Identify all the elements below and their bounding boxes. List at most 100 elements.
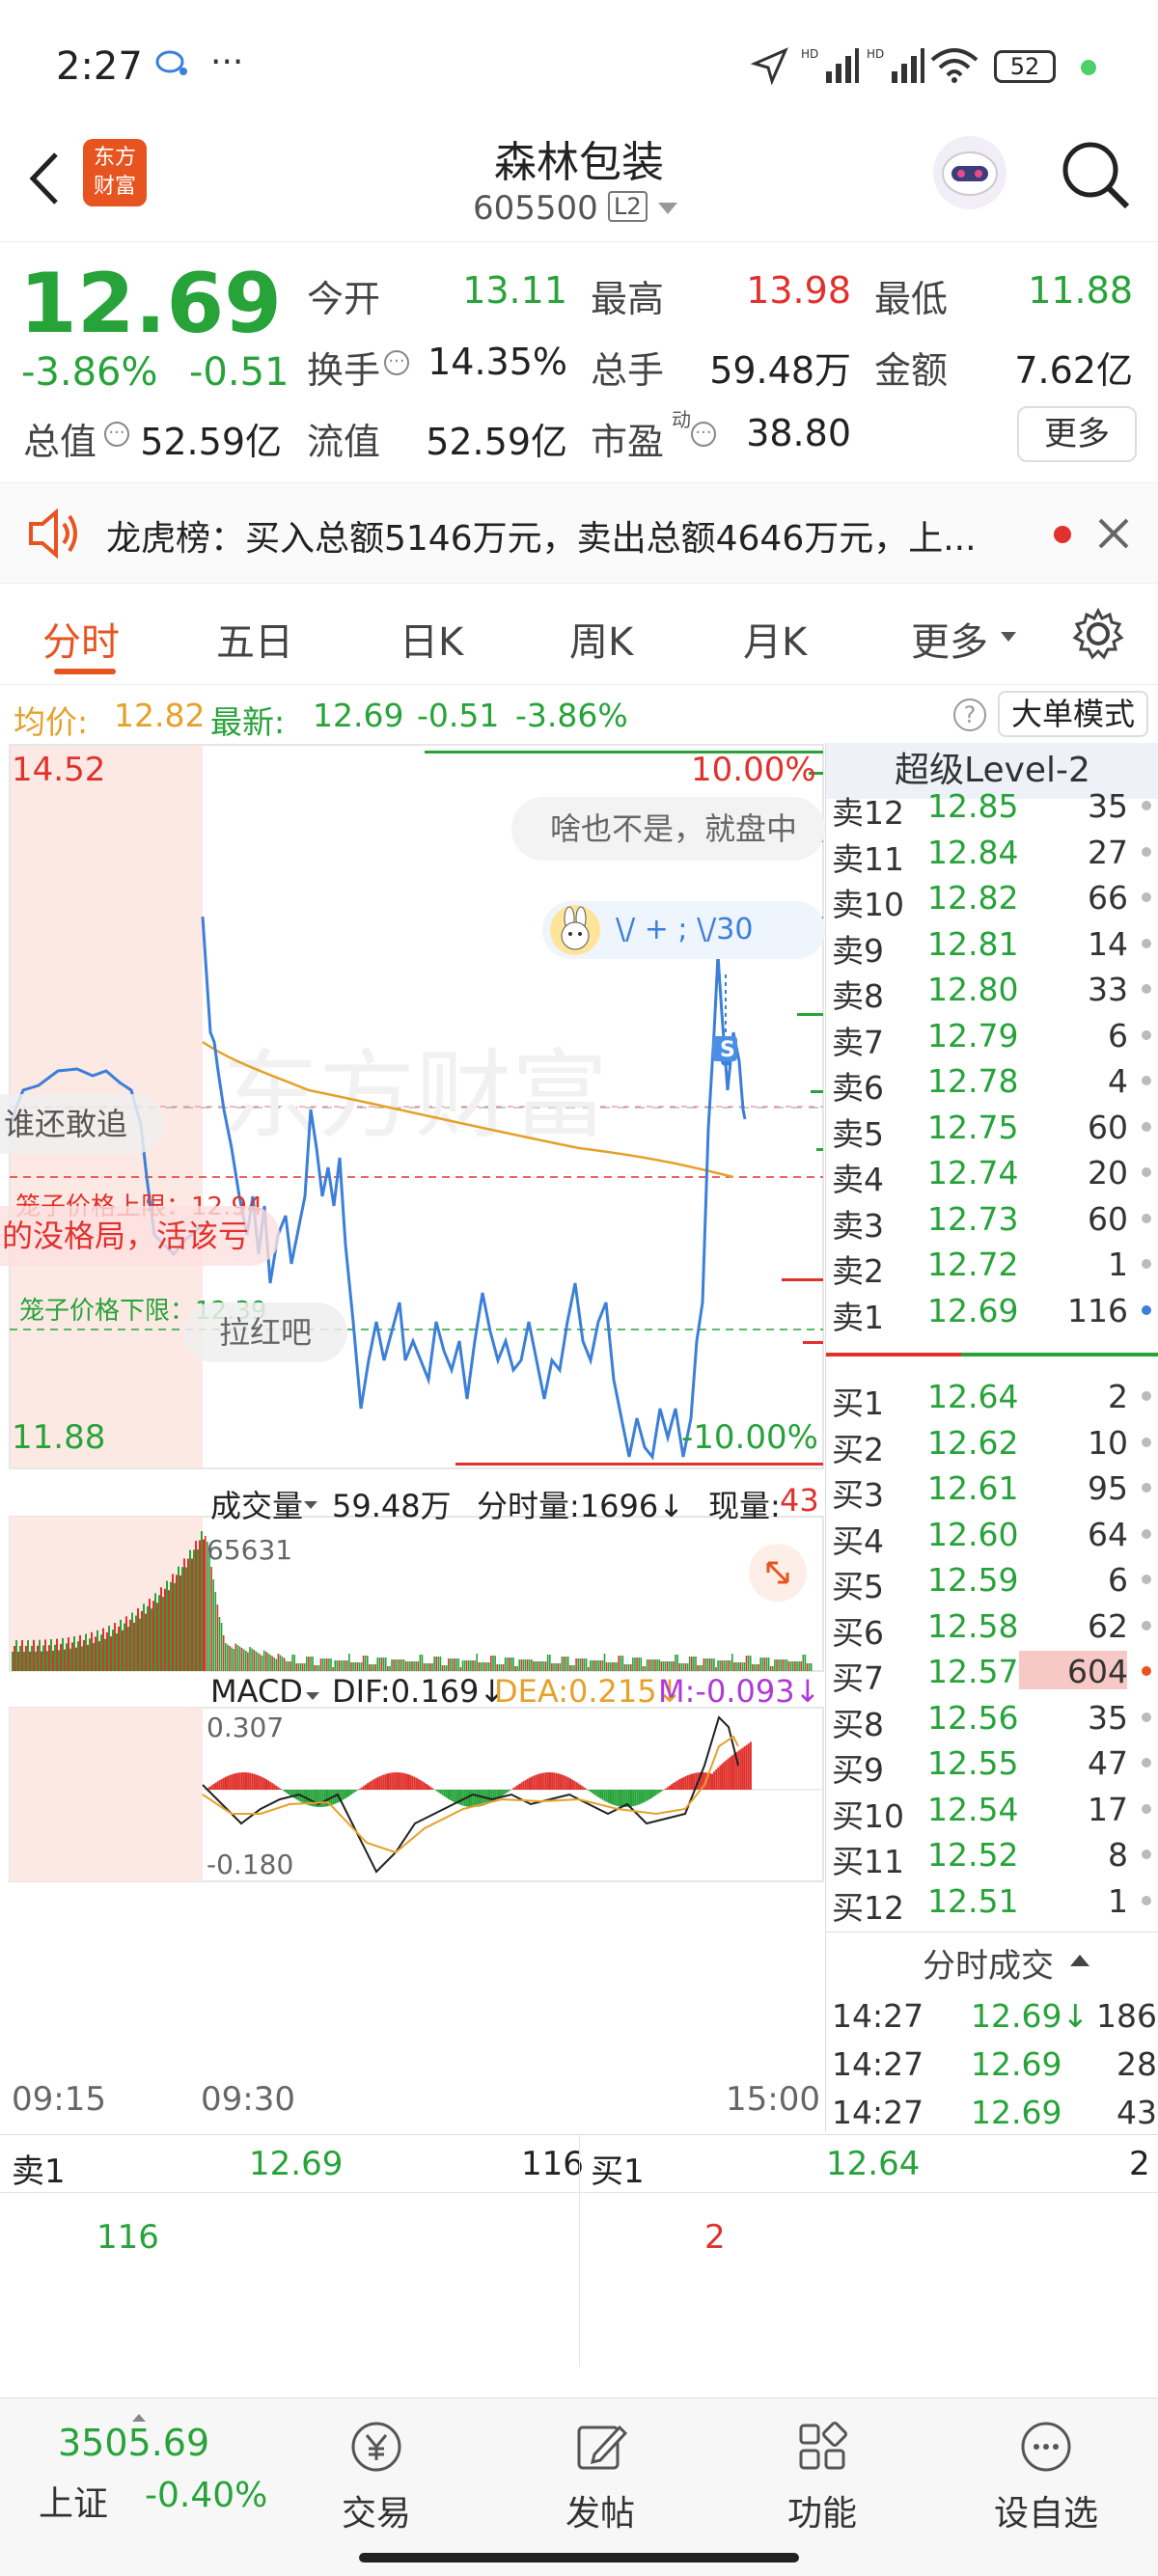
big-order-mode-button[interactable]: 大单模式 (998, 691, 1148, 737)
more-button[interactable]: 更多 (1017, 406, 1137, 462)
buy-row[interactable]: 买11 12.52 8 (826, 1830, 1158, 1880)
macd-bar (210, 1785, 213, 1790)
sell-row[interactable]: 卖2 12.72 1 (826, 1240, 1158, 1290)
macd-dropdown-icon[interactable] (305, 1686, 320, 1705)
danmaku-overlay-1[interactable]: 谁还敢追 (0, 1094, 164, 1154)
buy-row[interactable]: 买6 12.58 62 (826, 1602, 1158, 1652)
app-logo[interactable]: 东方 财富 (83, 139, 147, 206)
nav-trade[interactable]: 交易 (309, 2418, 444, 2535)
volume-bar (650, 1659, 652, 1671)
volume-bar (118, 1627, 120, 1671)
macd-bar (437, 1790, 440, 1793)
index-value[interactable]: 3505.69 (58, 2422, 209, 2464)
close-icon[interactable] (1094, 514, 1133, 557)
buy-row[interactable]: 买12 12.51 1 (826, 1877, 1158, 1927)
intraday-chart[interactable]: 东方财富 14.52 11.88 10.00% -10.00% S 啥也不是，就… (0, 743, 825, 2132)
buy-row[interactable]: 买4 12.60 64 (826, 1510, 1158, 1560)
danmaku-bubble-1[interactable]: 啥也不是，就盘中 (511, 797, 825, 861)
sell-row[interactable]: 卖11 12.84 27 (826, 828, 1158, 878)
macd-bar (733, 1753, 736, 1790)
buy-row[interactable]: 买5 12.59 6 (826, 1555, 1158, 1605)
info-icon[interactable]: ··· (384, 350, 409, 375)
volume-bar (269, 1655, 271, 1671)
danmaku-overlay-2[interactable]: 的没格局，活该亏 (0, 1206, 280, 1266)
macd-bottom-label: -0.180 (207, 1849, 294, 1880)
buy-row[interactable]: 买7 12.57 604 (826, 1647, 1158, 1697)
buy-row[interactable]: 买9 12.55 47 (826, 1739, 1158, 1789)
sell-row[interactable]: 卖9 12.81 14 (826, 919, 1158, 970)
volume-bar (597, 1660, 599, 1671)
search-icon[interactable] (1056, 135, 1133, 216)
volume-label[interactable]: 成交量 (210, 1482, 303, 1526)
notice-bar[interactable]: 龙虎榜：买入总额5146万元，卖出总额4646万元，上... (0, 482, 1158, 584)
sell-row[interactable]: 卖7 12.79 6 (826, 1011, 1158, 1061)
caret-up-icon[interactable] (1069, 1953, 1090, 1971)
buy-row[interactable]: 买1 12.64 2 (826, 1372, 1158, 1422)
macd-bar (630, 1790, 632, 1807)
volume-bar (678, 1663, 680, 1671)
danmaku-overlay-3[interactable]: 拉红吧 (183, 1302, 347, 1362)
volume-max-label: 65631 (207, 1534, 293, 1566)
macd-bar (454, 1790, 456, 1803)
sell-row[interactable]: 卖8 12.80 33 (826, 965, 1158, 1015)
pe-info-icon[interactable]: ··· (691, 422, 716, 447)
volume-bar (565, 1657, 567, 1671)
buy-row[interactable]: 买10 12.54 17 (826, 1785, 1158, 1835)
sell-row[interactable]: 卖6 12.78 4 (826, 1056, 1158, 1107)
row-dot-icon (1142, 1076, 1151, 1085)
macd-bar (612, 1790, 615, 1805)
tab-five-day[interactable]: 五日 (216, 611, 293, 667)
macd-bar (749, 1741, 752, 1790)
sell-row[interactable]: 卖4 12.74 20 (826, 1148, 1158, 1198)
trades-title[interactable]: 分时成交 (923, 1939, 1054, 1987)
nav-watchlist[interactable]: 设自选 (979, 2418, 1114, 2535)
volume-bar (510, 1658, 512, 1671)
sell-row[interactable]: 卖3 12.73 60 (826, 1194, 1158, 1245)
macd-bar (682, 1776, 685, 1790)
buy-row[interactable]: 买2 12.62 10 (826, 1418, 1158, 1468)
gear-icon[interactable] (1071, 607, 1125, 665)
tab-daily-k[interactable]: 日K (400, 611, 463, 667)
trade-row: 14:27 12.69↓ 186 (826, 1991, 1158, 2038)
price-info-line: 均价: 12.82 最新: 12.69 -0.51 -3.86% ? 大单模式 (0, 687, 1158, 741)
sell-volume: 66 (1088, 879, 1128, 917)
robot-assistant-icon[interactable] (928, 131, 1011, 214)
macd-bar (445, 1790, 448, 1798)
volume-bar (233, 1649, 234, 1671)
back-arrow-icon[interactable] (19, 145, 68, 216)
macd-label[interactable]: MACD (210, 1673, 303, 1710)
sell-row[interactable]: 卖10 12.82 66 (826, 873, 1158, 923)
macd-bar (531, 1776, 534, 1790)
tab-weekly-k[interactable]: 周K (569, 611, 633, 667)
expand-icon[interactable] (749, 1544, 807, 1602)
nav-functions[interactable]: 功能 (755, 2418, 890, 2535)
macd-bar (275, 1785, 278, 1790)
volume-bar (160, 1587, 162, 1671)
volume-bar (587, 1667, 590, 1671)
tab-more[interactable]: 更多 (911, 611, 988, 667)
nav-post[interactable]: 发帖 (533, 2418, 668, 2535)
sell-price: 12.69 (927, 1291, 1019, 1329)
volume-bar (656, 1659, 658, 1671)
volume-bar (79, 1634, 81, 1671)
trade-volume: 28 (1117, 2045, 1157, 2083)
tab-monthly-k[interactable]: 月K (743, 611, 807, 667)
help-icon[interactable]: ? (953, 699, 986, 731)
sell-row[interactable]: 卖12 12.85 35 (826, 781, 1158, 832)
buy-row[interactable]: 买3 12.61 95 (826, 1464, 1158, 1514)
dropdown-triangle-icon[interactable] (656, 201, 679, 220)
volume-bar (402, 1659, 405, 1671)
volume-bar (496, 1664, 498, 1671)
sell-row[interactable]: 卖5 12.75 60 (826, 1103, 1158, 1153)
macd-bar (603, 1790, 606, 1801)
macd-bar (731, 1755, 733, 1790)
volume-bar (483, 1662, 486, 1671)
tab-timeshare[interactable]: 分时 (42, 611, 120, 667)
volume-dropdown-icon[interactable] (303, 1495, 318, 1514)
sell-row[interactable]: 卖1 12.69 116 (826, 1286, 1158, 1336)
volume-bar (208, 1554, 210, 1671)
volume-bar (798, 1661, 800, 1671)
mcap-info-icon[interactable]: ··· (104, 422, 129, 447)
buy-row[interactable]: 买8 12.56 35 (826, 1693, 1158, 1743)
volume-bar (44, 1639, 46, 1671)
